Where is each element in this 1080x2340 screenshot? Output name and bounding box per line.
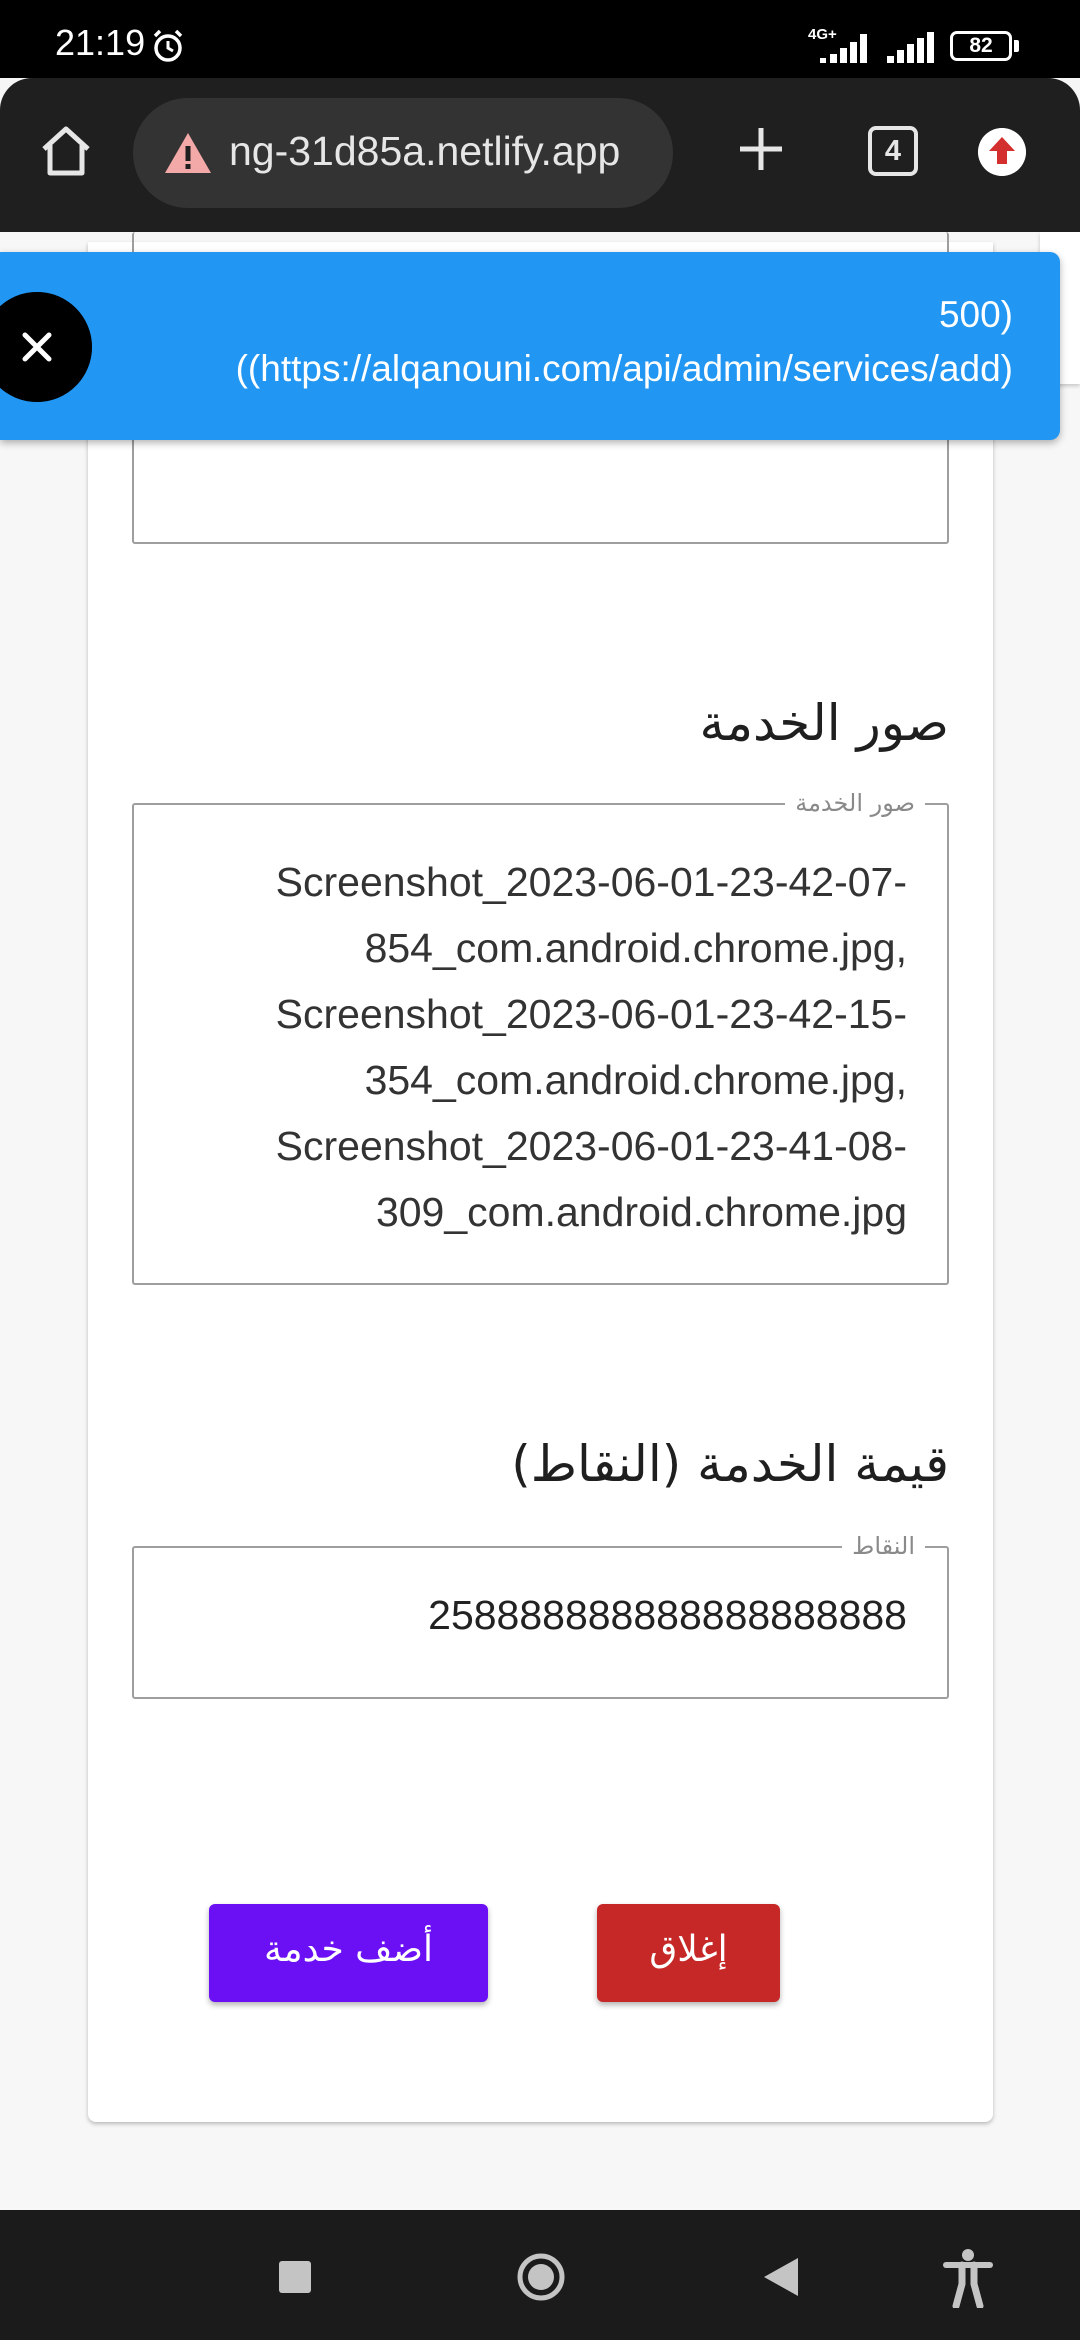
points-section-title: قيمة الخدمة (النقاط) (511, 1435, 949, 1493)
status-bar: 21:19 4G+ 82 (0, 0, 1080, 78)
images-field-label: صور الخدمة (785, 789, 925, 817)
battery-indicator: 82 (950, 31, 1012, 61)
images-section-title: صور الخدمة (699, 694, 949, 752)
tabs-count-button[interactable]: 4 (868, 126, 918, 176)
close-button[interactable]: إغلاق (597, 1904, 780, 2002)
navigation-bar (0, 2210, 1080, 2340)
update-icon[interactable] (978, 128, 1026, 176)
points-value: 258888888888888888888 (428, 1592, 907, 1638)
home-icon[interactable] (38, 123, 94, 179)
page-content: صور الخدمة صور الخدمة Screenshot_2023-06… (0, 232, 1080, 2210)
signal-icon (820, 34, 867, 63)
warning-icon[interactable] (163, 130, 213, 176)
recent-apps-icon[interactable] (279, 2261, 311, 2293)
add-service-button[interactable]: أضف خدمة (209, 1904, 488, 2002)
home-nav-icon[interactable] (516, 2252, 566, 2302)
browser-toolbar: ng-31d85a.netlify.app 4 (0, 78, 1080, 232)
points-field-label: النقاط (842, 1532, 925, 1560)
address-bar[interactable]: ng-31d85a.netlify.app (133, 98, 673, 208)
back-icon[interactable] (762, 2256, 800, 2298)
new-tab-icon[interactable] (738, 126, 784, 172)
toast-url-text: ((https://alqanouni.com/api/admin/servic… (235, 348, 1013, 389)
points-field[interactable]: النقاط 258888888888888888888 (132, 1532, 949, 1699)
battery-tip (1014, 40, 1019, 52)
url-text[interactable]: ng-31d85a.netlify.app (229, 128, 620, 175)
close-icon[interactable] (0, 292, 92, 402)
accessibility-icon[interactable] (942, 2248, 994, 2308)
images-value: Screenshot_2023-06-01-23-42-07-854_com.a… (275, 859, 907, 1235)
error-toast: 500) ((https://alqanouni.com/api/admin/s… (0, 252, 1060, 440)
form-card: صور الخدمة صور الخدمة Screenshot_2023-06… (88, 232, 993, 2122)
alarm-icon (153, 29, 183, 62)
signal-icon-2 (887, 32, 934, 63)
status-time: 21:19 (55, 22, 146, 63)
toast-status-text: 500) (938, 294, 1013, 335)
images-field[interactable]: صور الخدمة Screenshot_2023-06-01-23-42-0… (132, 789, 949, 1285)
